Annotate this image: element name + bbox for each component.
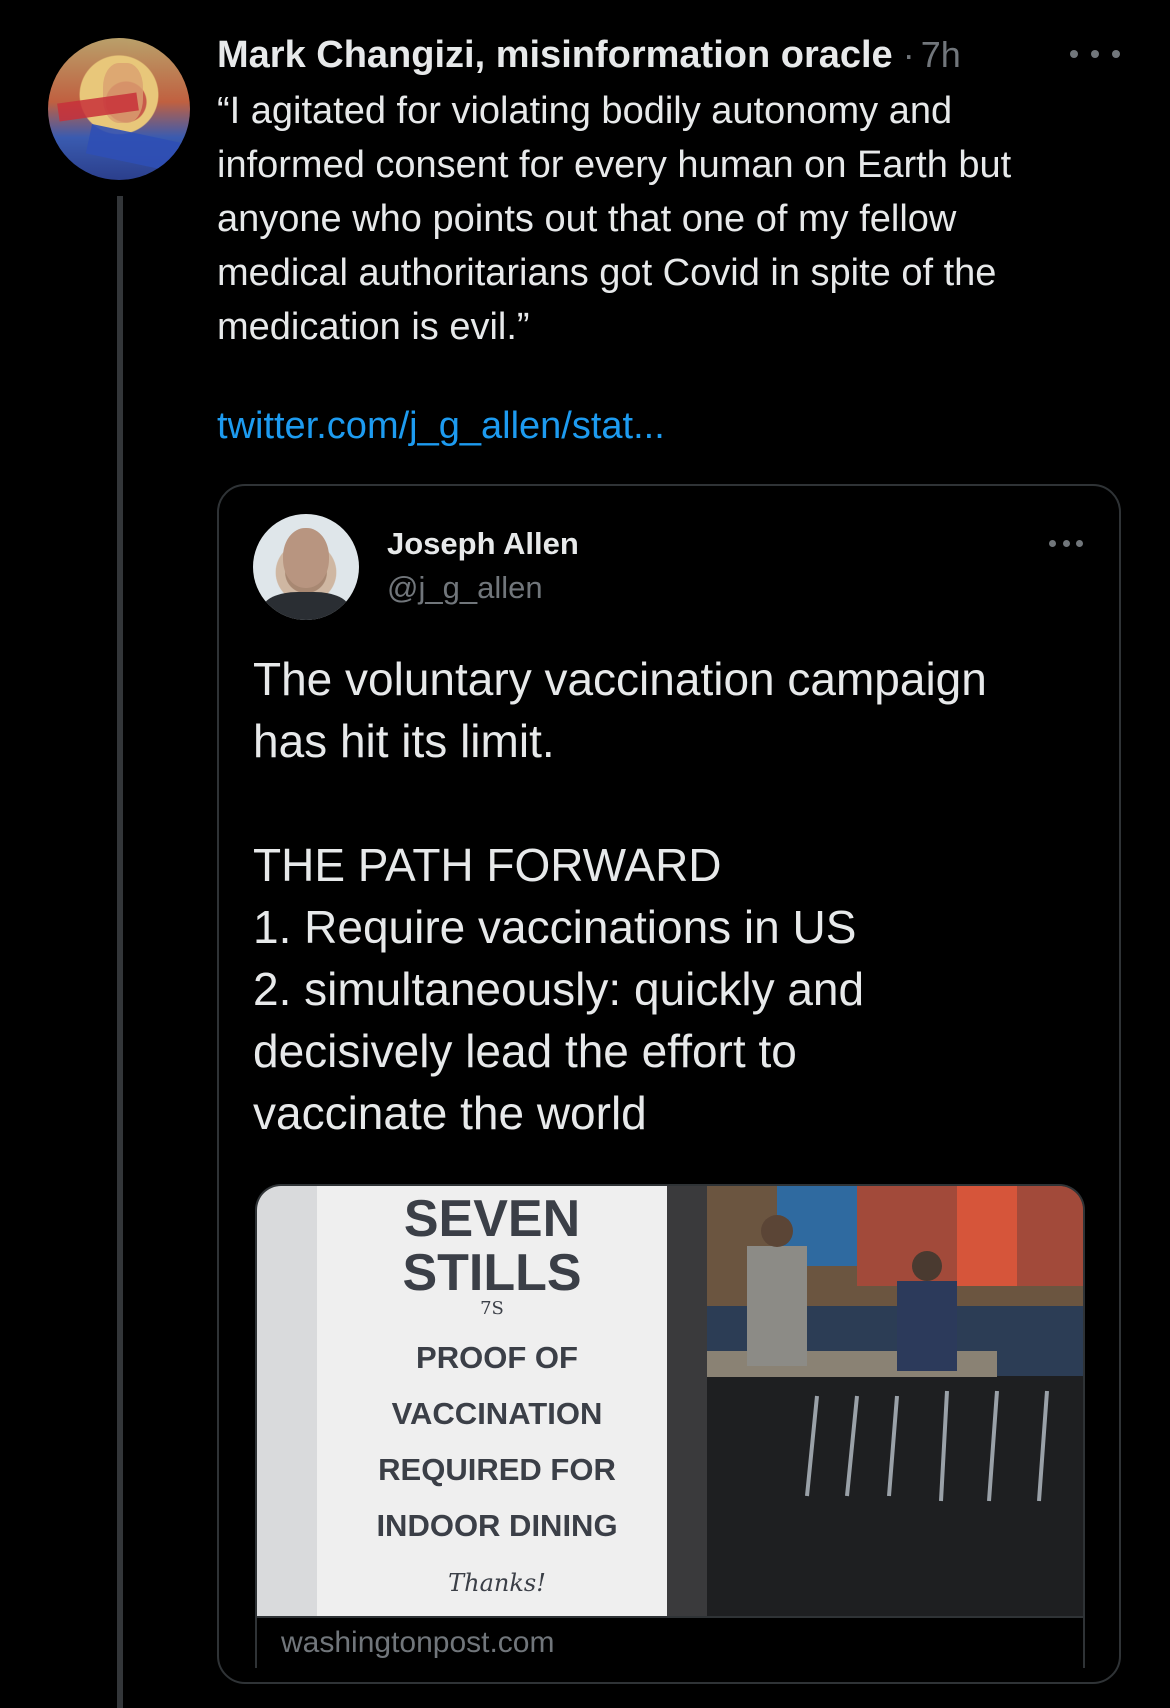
sign-footer: Thanks! <box>448 1569 546 1597</box>
quoted-more-options-icon[interactable] <box>1049 540 1083 550</box>
quoted-author-avatar[interactable] <box>253 514 359 620</box>
avatar-shirt <box>263 592 349 620</box>
author-name[interactable]: Mark Changizi, misinformation oracle <box>217 34 893 77</box>
sign-line: PROOF OF <box>416 1340 578 1375</box>
more-options-icon[interactable] <box>1070 34 1120 74</box>
sign-line: VACCINATION <box>392 1396 603 1431</box>
sign-line: INDOOR DINING <box>376 1508 617 1543</box>
quoted-tweet-text: The voluntary vaccination campaign has h… <box>253 653 987 1139</box>
tweet-header: Mark Changizi, misinformation oracle · 7… <box>217 30 1117 80</box>
thread-connector-line <box>117 196 123 1708</box>
author-avatar[interactable] <box>48 38 190 180</box>
sign-line: REQUIRED FOR <box>378 1452 616 1487</box>
link-preview-card[interactable]: SEVEN STILLS 7S PROOF OF VACCINATION REQ… <box>255 1184 1085 1668</box>
quoted-tweet-card[interactable]: Joseph Allen @j_g_allen The voluntary va… <box>217 484 1121 1684</box>
tweet-link[interactable]: twitter.com/j_g_allen/stat... <box>217 405 665 448</box>
preview-domain[interactable]: washingtonpost.com <box>257 1616 1083 1668</box>
sign-title-1: SEVEN <box>404 1190 580 1248</box>
avatar-paint-stroke <box>85 123 181 173</box>
quoted-author-handle[interactable]: @j_g_allen <box>387 570 543 606</box>
preview-image: SEVEN STILLS 7S PROOF OF VACCINATION REQ… <box>257 1186 1083 1616</box>
tweet-timestamp[interactable]: 7h <box>921 34 961 76</box>
avatar-head <box>283 528 329 588</box>
quoted-author-name[interactable]: Joseph Allen <box>387 526 579 562</box>
sign-logo: 7S <box>480 1298 504 1319</box>
separator-dot: · <box>902 34 915 75</box>
sign-title-2: STILLS <box>402 1244 581 1302</box>
tweet-text: “I agitated for violating bodily autonom… <box>217 90 1012 348</box>
